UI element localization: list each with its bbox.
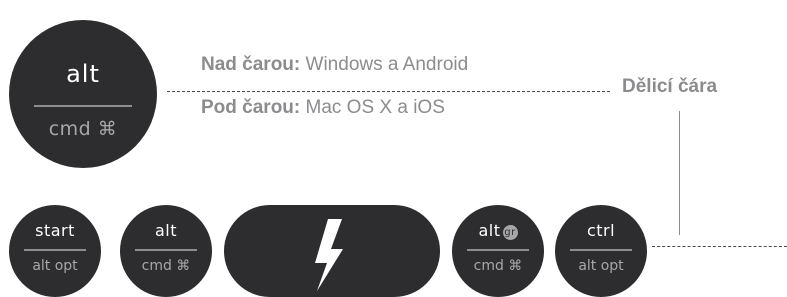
key-altgr-bottom-label: cmd ⌘ bbox=[473, 258, 523, 274]
lightning-bolt-icon bbox=[315, 219, 343, 291]
legend-key: alt cmd ⌘ bbox=[9, 20, 157, 168]
key-alt-divider bbox=[135, 249, 197, 251]
divider-dashed-line bbox=[652, 246, 787, 247]
lightning-key bbox=[224, 205, 440, 297]
legend-below-label: Pod čarou: bbox=[201, 97, 301, 118]
key-altgr-top-label: alt bbox=[478, 221, 501, 240]
legend-above-line: Nad čarou: Windows a Android bbox=[201, 54, 468, 76]
legend-key-divider bbox=[34, 105, 132, 107]
divider-callout-line bbox=[679, 111, 680, 235]
key-alt-bottom-label: cmd ⌘ bbox=[141, 258, 191, 274]
key-start-divider bbox=[24, 249, 86, 251]
key-ctrl-divider bbox=[570, 249, 632, 251]
legend-above-label: Nad čarou: bbox=[201, 54, 301, 75]
key-altgr-divider bbox=[467, 249, 529, 251]
key-start: start alt opt bbox=[9, 205, 101, 297]
legend-key-bottom-label: cmd ⌘ bbox=[48, 118, 118, 140]
key-altgr: alt gr cmd ⌘ bbox=[452, 205, 544, 297]
legend-above-text: Windows a Android bbox=[300, 54, 469, 75]
key-start-bottom-label: alt opt bbox=[32, 258, 78, 274]
key-altgr-top: alt gr bbox=[452, 221, 544, 240]
key-alt: alt cmd ⌘ bbox=[120, 205, 212, 297]
divider-line-label: Dělicí čára bbox=[622, 76, 718, 97]
key-ctrl-top-label: ctrl bbox=[586, 221, 616, 240]
key-alt-top-label: alt bbox=[154, 221, 178, 240]
key-ctrl: ctrl alt opt bbox=[555, 205, 647, 297]
gr-badge-icon: gr bbox=[502, 225, 518, 240]
legend-below-line: Pod čarou: Mac OS X a iOS bbox=[201, 97, 445, 119]
legend-key-top-label: alt bbox=[66, 60, 100, 88]
key-ctrl-bottom-label: alt opt bbox=[578, 258, 624, 274]
legend-below-text: Mac OS X a iOS bbox=[300, 97, 445, 118]
legend-dashed-line bbox=[167, 91, 610, 92]
key-start-top-label: start bbox=[35, 221, 75, 240]
